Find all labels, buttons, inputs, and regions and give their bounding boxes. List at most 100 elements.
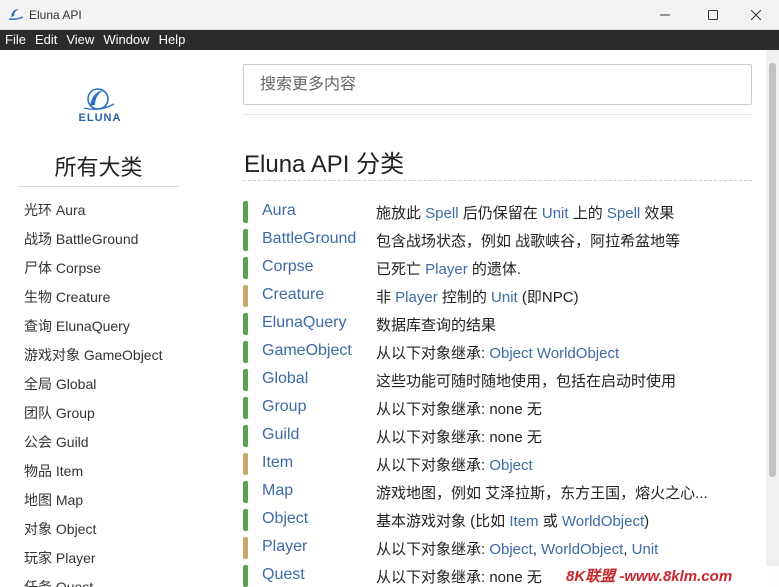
description-text: 的遗体. [467, 261, 522, 278]
class-table: Aura 施放此 Spell 后仍保留在 Unit 上的 Spell 效果 Batt… [243, 201, 752, 587]
maximize-icon [708, 9, 718, 20]
menu-bar: File Edit View Window Help [0, 30, 779, 50]
menu-edit[interactable]: Edit [30, 30, 61, 50]
sidebar-item[interactable]: 生物 Creature [24, 287, 162, 316]
minimize-button[interactable] [642, 0, 688, 29]
title-bar: Eluna API [0, 0, 779, 30]
class-description: 非 Player 控制的 Unit (即NPC) [376, 286, 579, 307]
description-link[interactable]: Item [509, 513, 538, 530]
sidebar-item[interactable]: 玩家 Player [24, 548, 162, 577]
close-button[interactable] [733, 0, 779, 29]
sidebar-item[interactable]: 对象 Object [24, 519, 162, 548]
menu-window[interactable]: Window [98, 30, 153, 50]
status-bar [243, 257, 248, 279]
description-text: 从以下对象继承: [376, 345, 490, 362]
description-link[interactable]: Spell [607, 205, 640, 222]
watermark: 8K联盟 -www.8klm.com [560, 566, 779, 587]
class-link[interactable]: GameObject [262, 342, 352, 360]
status-bar [243, 369, 248, 391]
class-description: 从以下对象继承: Object, WorldObject, Unit [376, 538, 658, 559]
class-link[interactable]: BattleGround [262, 230, 356, 248]
class-description: 包含战场状态，例如 战歌峡谷，阿拉希盆地等 [376, 230, 680, 251]
class-link[interactable]: Guild [262, 426, 299, 444]
sidebar-item[interactable]: 战场 BattleGround [24, 229, 162, 258]
description-link[interactable]: Unit [491, 289, 518, 306]
class-link[interactable]: Item [262, 454, 293, 472]
description-link[interactable]: WorldObject [537, 345, 619, 362]
maximize-button[interactable] [690, 0, 736, 29]
vertical-scrollbar[interactable] [766, 50, 779, 587]
sidebar-item[interactable]: 光环 Aura [24, 200, 162, 229]
scrollbar-thumb[interactable] [769, 63, 776, 477]
status-bar [243, 481, 248, 503]
description-text: 从以下对象继承: none 无 [376, 569, 542, 586]
sidebar-item[interactable]: 物品 Item [24, 461, 162, 490]
class-link[interactable]: Corpse [262, 258, 314, 276]
description-text: 控制的 [437, 289, 492, 306]
class-row: Map 游戏地图，例如 艾泽拉斯，东方王国，熔火之心... [243, 481, 752, 509]
description-link[interactable]: Object [489, 541, 532, 558]
class-link[interactable]: Map [262, 482, 293, 500]
sidebar-divider [18, 186, 179, 187]
sidebar-item[interactable]: 全局 Global [24, 374, 162, 403]
description-link[interactable]: Player [395, 289, 438, 306]
description-text: 这些功能可随时随地使用，包括在启动时使用 [376, 373, 677, 390]
sidebar-item[interactable]: 游戏对象 GameObject [24, 345, 162, 374]
description-text: (即NPC) [517, 289, 579, 306]
class-link[interactable]: Object [262, 510, 308, 528]
status-bar [243, 341, 248, 363]
class-description: 从以下对象继承: none 无 [376, 426, 542, 447]
class-description: 数据库查询的结果 [376, 314, 496, 335]
class-link[interactable]: Group [262, 398, 306, 416]
description-text: 从以下对象继承: none 无 [376, 401, 542, 418]
description-link[interactable]: WorldObject [541, 541, 623, 558]
description-text: 非 [376, 289, 396, 306]
class-link[interactable]: Quest [262, 566, 305, 584]
class-row: Creature 非 Player 控制的 Unit (即NPC) [243, 285, 752, 313]
class-link[interactable]: Aura [262, 202, 296, 220]
class-row: Guild 从以下对象继承: none 无 [243, 425, 752, 453]
sidebar-item[interactable]: 团队 Group [24, 403, 162, 432]
menu-file[interactable]: File [0, 30, 30, 50]
description-link[interactable]: Player [425, 261, 468, 278]
title-divider [243, 180, 752, 181]
description-text: 已死亡 [376, 261, 426, 278]
class-row: GameObject 从以下对象继承: Object WorldObject [243, 341, 752, 369]
close-icon [751, 9, 761, 20]
page-title: Eluna API 分类 [244, 151, 405, 178]
description-text: 施放此 [376, 205, 426, 222]
description-text: 数据库查询的结果 [376, 317, 497, 334]
class-row: Player 从以下对象继承: Object, WorldObject, Unit [243, 537, 752, 565]
window-title: Eluna API [29, 8, 82, 22]
class-description: 基本游戏对象 (比如 Item 或 WorldObject) [376, 510, 649, 531]
class-row: Item 从以下对象继承: Object [243, 453, 752, 481]
description-link[interactable]: Spell [425, 205, 458, 222]
sidebar-item[interactable]: 公会 Guild [24, 432, 162, 461]
sidebar: ELUNA 所有大类 光环 Aura 战场 BattleGround 尸体 Co… [0, 50, 200, 587]
class-link[interactable]: ElunaQuery [262, 314, 347, 332]
class-link[interactable]: Creature [262, 286, 324, 304]
search-input[interactable] [243, 64, 752, 105]
description-link[interactable]: Unit [542, 205, 569, 222]
eluna-app-icon [8, 9, 24, 20]
sidebar-list: 光环 Aura 战场 BattleGround 尸体 Corpse 生物 Cre… [24, 200, 162, 587]
sidebar-item[interactable]: 地图 Map [24, 490, 162, 519]
menu-help[interactable]: Help [154, 30, 190, 50]
description-link[interactable]: Object [489, 457, 532, 474]
sidebar-item[interactable]: 查询 ElunaQuery [24, 316, 162, 345]
description-link[interactable]: WorldObject [562, 513, 644, 530]
class-description: 这些功能可随时随地使用，包括在启动时使用 [376, 370, 676, 391]
menu-view[interactable]: View [61, 30, 98, 50]
description-text: 基本游戏对象 (比如 [376, 513, 510, 530]
sidebar-item[interactable]: 任务 Quest [24, 577, 162, 587]
class-row: Object 基本游戏对象 (比如 Item 或 WorldObject) [243, 509, 752, 537]
class-link[interactable]: Global [262, 370, 308, 388]
sidebar-item[interactable]: 尸体 Corpse [24, 258, 162, 287]
description-link[interactable]: Object [489, 345, 532, 362]
description-text: 效果 [640, 205, 675, 222]
sidebar-title: 所有大类 [54, 155, 143, 180]
main-content: Eluna API 分类 Aura 施放此 Spell 后仍保留在 Unit 上的… [243, 50, 752, 587]
description-link[interactable]: Unit [632, 541, 659, 558]
class-row: ElunaQuery 数据库查询的结果 [243, 313, 752, 341]
class-link[interactable]: Player [262, 538, 307, 556]
